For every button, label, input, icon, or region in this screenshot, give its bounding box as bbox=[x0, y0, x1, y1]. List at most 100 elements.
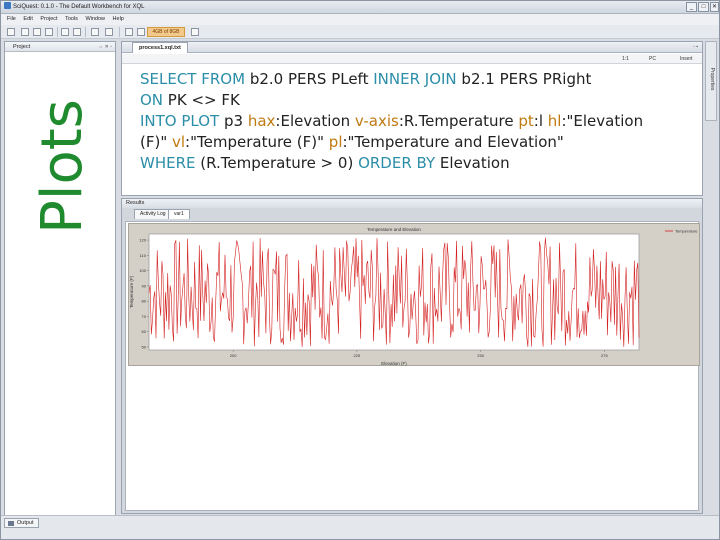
query-token: pl bbox=[328, 133, 343, 151]
query-token: :l bbox=[533, 112, 548, 130]
cut-icon[interactable] bbox=[61, 28, 69, 36]
query-token: :Elevation bbox=[275, 112, 355, 130]
x-tick-label: 275 bbox=[601, 353, 608, 358]
insert-mode: Insert bbox=[680, 56, 693, 62]
query-token: ON bbox=[140, 91, 164, 109]
toolbar: 4GB of 8GB bbox=[1, 25, 719, 39]
minimize-button[interactable]: _ bbox=[686, 2, 697, 12]
tab-var1[interactable]: var1 bbox=[168, 209, 190, 219]
redo-icon[interactable] bbox=[105, 28, 113, 36]
query-line-3: INTO PLOT p3 hax:Elevation v-axis:R.Temp… bbox=[140, 111, 700, 132]
editor-tab-bar: process1.xql.txt ▫ ▪ bbox=[122, 42, 702, 53]
menu-help[interactable]: Help bbox=[113, 16, 124, 22]
query-token: b2.0 PERS PLeft bbox=[245, 70, 374, 88]
tab-activity-log[interactable]: Activity Log bbox=[134, 209, 172, 219]
output-icon bbox=[8, 521, 14, 526]
y-axis-label: Temperature (F) bbox=[129, 275, 134, 308]
undo-icon[interactable] bbox=[91, 28, 99, 36]
menu-edit[interactable]: Edit bbox=[23, 16, 32, 22]
query-line-2: ON PK <> FK bbox=[140, 90, 700, 111]
query-token: Elevation bbox=[435, 154, 510, 172]
query-token: WHERE bbox=[140, 154, 196, 172]
y-tick-label: 120 bbox=[139, 238, 146, 243]
y-tick-label: 70 bbox=[142, 314, 147, 319]
query-line-5: WHERE (R.Temperature > 0) ORDER BY Eleva… bbox=[140, 153, 700, 174]
menu-file[interactable]: File bbox=[7, 16, 16, 22]
menu-tools[interactable]: Tools bbox=[65, 16, 78, 22]
y-tick-label: 60 bbox=[142, 329, 147, 334]
window-title: SciQuest: 0.1.0 - The Default Workbench … bbox=[13, 4, 145, 10]
results-tab-bar: Activity Log var1 bbox=[122, 208, 702, 219]
query-token: :"Temperature and Elevation" bbox=[342, 133, 564, 151]
output-tab-label: Output bbox=[17, 520, 34, 526]
query-token: :"Temperature (F)" bbox=[185, 133, 329, 151]
x-tick-label: 225 bbox=[354, 353, 361, 358]
y-tick-label: 100 bbox=[139, 268, 146, 273]
query-token: (R.Temperature > 0) bbox=[195, 154, 359, 172]
toolbar-separator bbox=[85, 27, 86, 37]
query-token: hax bbox=[247, 112, 276, 130]
properties-label: Properties bbox=[709, 67, 715, 91]
cursor-position: 1:1 bbox=[622, 56, 629, 62]
query-line-1: SELECT FROM b2.0 PERS PLeft INNER JOIN b… bbox=[140, 69, 700, 90]
chart-title: Temperature and Elevation bbox=[367, 227, 421, 232]
slide-title-text: Plots bbox=[29, 98, 95, 234]
editor-controls[interactable]: ▫ ▪ bbox=[693, 42, 698, 53]
query-token: b2.1 PERS PRight bbox=[456, 70, 592, 88]
new-file-icon[interactable] bbox=[7, 28, 15, 36]
temperature-elevation-chart: Temperature and Elevation Elevation (F) Te… bbox=[129, 227, 698, 366]
y-tick-label: 80 bbox=[142, 299, 147, 304]
title-bar: SciQuest: 0.1.0 - The Default Workbench … bbox=[1, 1, 719, 14]
x-axis-label: Elevation (F) bbox=[381, 361, 407, 366]
query-token: SELECT FROM bbox=[140, 70, 246, 88]
properties-strip[interactable]: Properties bbox=[705, 41, 717, 121]
query-token: (F)" bbox=[140, 133, 172, 151]
y-tick-label: 50 bbox=[142, 344, 147, 349]
panel-controls[interactable]: ⇔ ✕ ▫ bbox=[98, 42, 112, 52]
close-button[interactable]: ✕ bbox=[710, 2, 719, 12]
plot-panel: Temperature and Elevation Elevation (F) Te… bbox=[128, 223, 700, 366]
query-token: INNER JOIN bbox=[373, 70, 457, 88]
open-folder-icon[interactable] bbox=[21, 28, 29, 36]
query-token: pt bbox=[518, 112, 534, 130]
output-tab[interactable]: Output bbox=[4, 518, 39, 528]
legend-label: Temperature bbox=[675, 229, 698, 234]
y-tick-label: 110 bbox=[140, 253, 147, 258]
run-icon[interactable] bbox=[125, 28, 133, 36]
trash-icon[interactable] bbox=[191, 28, 199, 36]
query-line-4: (F)" vl:"Temperature (F)" pl:"Temperatur… bbox=[140, 132, 700, 153]
query-token: PK <> FK bbox=[163, 91, 240, 109]
line-ending-mode: PC bbox=[649, 56, 656, 62]
toolbar-separator bbox=[57, 27, 58, 37]
query-token: ORDER BY bbox=[358, 154, 436, 172]
editor-status-bar: 1:1 PC Insert bbox=[122, 54, 702, 64]
maximize-button[interactable]: □ bbox=[698, 2, 709, 12]
results-header: Results bbox=[122, 199, 702, 208]
save-icon[interactable] bbox=[33, 28, 41, 36]
app-icon bbox=[4, 2, 11, 9]
menu-bar: File Edit Project Tools Window Help bbox=[1, 14, 719, 25]
memory-badge: 4GB of 8GB bbox=[147, 27, 185, 37]
project-tab[interactable]: Project ⇔ ✕ ▫ bbox=[5, 42, 115, 52]
query-token: INTO PLOT bbox=[140, 112, 220, 130]
project-tab-label: Project bbox=[13, 44, 31, 50]
query-text[interactable]: SELECT FROM b2.0 PERS PLeft INNER JOIN b… bbox=[140, 69, 700, 174]
y-tick-label: 90 bbox=[142, 283, 147, 288]
query-token: hl bbox=[547, 112, 562, 130]
query-token: :R.Temperature bbox=[398, 112, 519, 130]
tool-icon[interactable] bbox=[137, 28, 145, 36]
query-token: :"Elevation bbox=[561, 112, 644, 130]
toolbar-separator bbox=[119, 27, 120, 37]
editor-tab[interactable]: process1.xql.txt bbox=[132, 42, 188, 53]
query-token: p3 bbox=[219, 112, 248, 130]
query-token: v-axis bbox=[354, 112, 399, 130]
menu-window[interactable]: Window bbox=[85, 16, 105, 22]
copy-icon[interactable] bbox=[73, 28, 81, 36]
x-tick-label: 250 bbox=[477, 353, 484, 358]
menu-project[interactable]: Project bbox=[40, 16, 57, 22]
query-token: vl bbox=[172, 133, 186, 151]
save-all-icon[interactable] bbox=[45, 28, 53, 36]
x-tick-label: 200 bbox=[230, 353, 237, 358]
status-bar: Output bbox=[1, 515, 719, 539]
slide-title: Plots bbox=[22, 56, 102, 276]
